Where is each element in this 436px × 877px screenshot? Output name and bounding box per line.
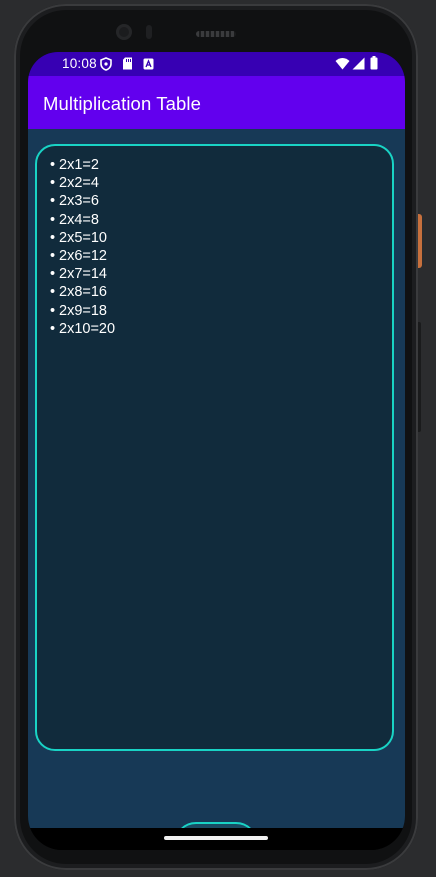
wifi-icon [335,57,350,73]
bullet-icon: • [50,266,56,283]
sd-card-icon [122,57,133,73]
navigation-bar [28,828,405,850]
front-camera-icon [116,24,132,40]
bullet-icon: • [50,193,56,210]
table-row-text: 2x4=8 [59,211,99,228]
multiplication-table-box[interactable]: • 2x1=2 • 2x2=4 • 2x3=6 • 2x4=8 • 2x5=10 • 2x6=12 • 2… [35,144,394,751]
home-gesture-handle[interactable] [164,836,268,840]
table-row: • 2x9=18 [50,302,115,320]
status-time: 10:08 [62,56,97,71]
battery-icon [370,56,378,73]
table-row: • 2x6=12 [50,247,115,265]
bullet-icon: • [50,320,56,337]
table-row-text: 2x8=16 [59,284,107,301]
table-row-text: 2x7=14 [59,266,107,283]
device-stage: 10:08 Multiplication Table • 2x1=2 • 2x2… [0,0,436,877]
table-row-text: 2x6=12 [59,248,107,265]
screen: 10:08 Multiplication Table • 2x1=2 • 2x2… [28,52,405,850]
bullet-icon: • [50,284,56,301]
app-bar: Multiplication Table [28,76,405,129]
multiplication-table-list: • 2x1=2 • 2x2=4 • 2x3=6 • 2x4=8 • 2x5=10 • 2x6=12 • 2… [50,156,115,338]
bullet-icon: • [50,229,56,246]
app-notification-icon [143,58,154,73]
signal-icon [352,57,365,73]
volume-rocker[interactable] [418,322,421,432]
table-row: • 2x3=6 [50,192,115,210]
bullet-icon: • [50,248,56,265]
bullet-icon: • [50,302,56,319]
table-row: • 2x5=10 [50,229,115,247]
table-row: • 2x1=2 [50,156,115,174]
table-row-text: 2x10=20 [59,320,116,337]
table-row-text: 2x3=6 [59,193,99,210]
table-row-text: 2x1=2 [59,157,99,173]
table-row: • 2x8=16 [50,283,115,301]
power-button[interactable] [418,214,422,268]
table-row-text: 2x5=10 [59,229,107,246]
bullet-icon: • [50,211,56,228]
proximity-sensor [146,25,152,39]
earpiece-speaker [196,31,236,37]
shield-icon [100,57,112,74]
table-row-text: 2x2=4 [59,175,99,192]
app-title: Multiplication Table [43,93,201,114]
table-row-text: 2x9=18 [59,302,107,319]
table-row: • 2x10=20 [50,320,115,338]
table-row: • 2x7=14 [50,265,115,283]
bullet-icon: • [50,175,56,192]
main-content: • 2x1=2 • 2x2=4 • 2x3=6 • 2x4=8 • 2x5=10 • 2x6=12 • 2… [28,129,405,850]
status-bar: 10:08 [28,52,405,76]
bullet-icon: • [50,157,56,173]
table-row: • 2x4=8 [50,211,115,229]
table-row: • 2x2=4 [50,174,115,192]
